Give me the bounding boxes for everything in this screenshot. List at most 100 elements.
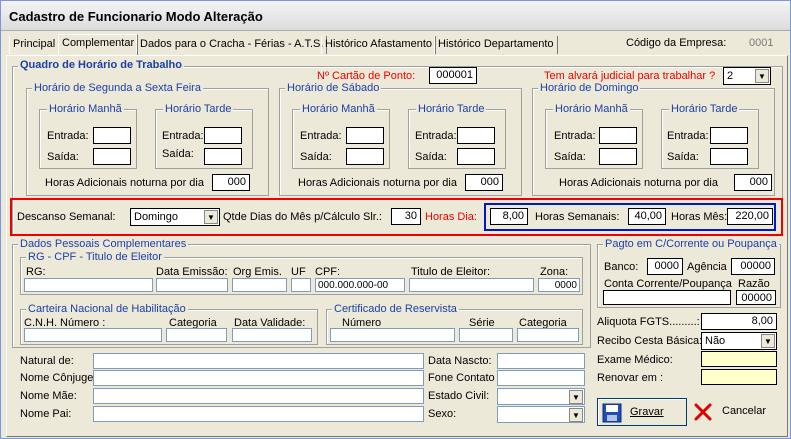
saturday-morning-saida-field[interactable] (346, 148, 384, 165)
conta-field[interactable] (603, 290, 731, 305)
chevron-down-icon[interactable]: ▼ (761, 334, 775, 348)
tab-historico-departamento[interactable]: Histórico Departamento (434, 36, 558, 54)
card-number-field[interactable]: 000001 (429, 67, 477, 84)
agencia-field[interactable]: 00000 (731, 258, 775, 275)
sunday-afternoon-saida-label: Saída: (667, 151, 699, 163)
weekday-morning-saida-label: Saída: (47, 151, 79, 163)
uf-field[interactable] (291, 278, 311, 292)
tab-principal[interactable]: Principal (9, 36, 60, 54)
natural-label: Natural de: (20, 355, 74, 367)
cnh-validade-field[interactable] (232, 328, 312, 342)
chevron-down-icon[interactable]: ▼ (569, 390, 583, 404)
cesta-label: Recibo Cesta Básica: (597, 335, 703, 347)
docs-title: RG - CPF - Titulo de Eleitor (26, 251, 164, 263)
tab-cracha-ferias[interactable]: Dados para o Cracha - Férias - A.T.S. (136, 36, 328, 54)
save-label: Gravar (630, 406, 664, 418)
weekday-afternoon-title: Horário Tarde (163, 103, 234, 115)
title-bar: Cadastro de Funcionario Modo Alteração (1, 1, 790, 31)
tab-historico-afastamento[interactable]: Histórico Afastamento (321, 36, 436, 54)
hours-day-label: Horas Dia: (425, 211, 477, 223)
cnh-numero-field[interactable] (24, 328, 162, 342)
chevron-down-icon[interactable]: ▼ (569, 408, 583, 422)
saturday-morning-entrada-field[interactable] (346, 127, 384, 144)
sunday-morning-saida-field[interactable] (599, 148, 637, 165)
weekday-morning-saida-field[interactable] (93, 148, 131, 165)
saturday-afternoon-saida-field[interactable] (457, 148, 495, 165)
sunday-afternoon-entrada-field[interactable] (710, 127, 748, 144)
days-label: Qtde Dias do Mês p/Cálculo Slr.: (223, 211, 382, 223)
judicial-select[interactable]: 2 ▼ (723, 67, 771, 85)
renovar-label: Renovar em : (597, 372, 664, 384)
rg-field[interactable] (24, 278, 153, 292)
conjuge-field[interactable] (93, 370, 424, 386)
saturday-morning-saida-label: Saída: (300, 151, 332, 163)
zona-field[interactable]: 0000 (538, 278, 580, 292)
chevron-down-icon[interactable]: ▼ (204, 210, 218, 224)
sunday-extra-field[interactable]: 000 (734, 174, 772, 191)
sunday-morning-title: Horário Manhã (553, 103, 630, 115)
days-field[interactable]: 30 (391, 208, 421, 225)
banco-field[interactable]: 0000 (647, 258, 683, 275)
exame-field[interactable] (701, 351, 777, 367)
sunday-extra-label: Horas Adicionais noturna por dia (559, 177, 718, 189)
reservista-serie-field[interactable] (459, 328, 513, 342)
cpf-field[interactable]: 000.000.000-00 (315, 278, 405, 292)
sunday-afternoon-saida-field[interactable] (710, 148, 748, 165)
rest-select[interactable]: Domingo ▼ (130, 208, 220, 226)
razao-field[interactable]: 00000 (736, 290, 776, 305)
cancel-button[interactable]: Cancelar (691, 398, 781, 426)
sunday-title: Horário de Domingo (538, 82, 641, 94)
saturday-morning-entrada-label: Entrada: (300, 130, 342, 142)
weekday-afternoon-entrada-field[interactable] (204, 127, 242, 144)
sexo-select[interactable]: ▼ (497, 406, 585, 423)
cnh-title: Carteira Nacional de Habilitação (26, 303, 188, 315)
saturday-afternoon-entrada-label: Entrada: (415, 130, 457, 142)
save-button[interactable]: Gravar (597, 398, 687, 426)
weekday-title: Horário de Segunda a Sexta Feira (32, 82, 203, 94)
cesta-select[interactable]: Não ▼ (701, 332, 777, 350)
hours-day-field[interactable]: 8,00 (490, 208, 528, 225)
weekday-morning-entrada-field[interactable] (93, 127, 131, 144)
chevron-down-icon[interactable]: ▼ (755, 69, 769, 83)
pai-label: Nome Pai: (20, 408, 72, 420)
civil-select[interactable]: ▼ (497, 388, 585, 405)
company-code-value: 0001 (749, 37, 774, 49)
sunday-afternoon-entrada-label: Entrada: (667, 130, 709, 142)
hours-week-field[interactable]: 40,00 (628, 208, 666, 225)
orgao-field[interactable] (232, 278, 287, 292)
civil-label: Estado Civil: (428, 390, 490, 402)
data-emissao-field[interactable] (156, 278, 228, 292)
sunday-morning-entrada-field[interactable] (599, 127, 637, 144)
sunday-morning-entrada-label: Entrada: (554, 130, 596, 142)
rest-select-value: Domingo (134, 211, 179, 223)
hours-month-field[interactable]: 220,00 (727, 208, 773, 225)
judicial-select-value: 2 (727, 70, 734, 82)
saturday-title: Horário de Sábado (285, 82, 382, 94)
cnh-categoria-field[interactable] (166, 328, 227, 342)
weekday-afternoon-saida-field[interactable] (204, 148, 242, 165)
mae-field[interactable] (93, 388, 424, 404)
saturday-extra-field[interactable]: 000 (465, 174, 503, 191)
fgts-label: Aliquota FGTS.........: (597, 316, 700, 328)
fgts-field[interactable]: 8,00 (701, 313, 777, 330)
tab-complementar[interactable]: Complementar (58, 34, 139, 56)
hours-month-label: Horas Mês: (671, 211, 728, 223)
fone-field[interactable] (497, 370, 585, 386)
natural-field[interactable] (93, 353, 424, 369)
reservista-title: Certificado de Reservista (332, 303, 459, 315)
hours-week-label: Horas Semanais: (535, 211, 620, 223)
titulo-field[interactable] (409, 278, 534, 292)
weekday-extra-field[interactable]: 000 (212, 174, 250, 191)
mae-label: Nome Mãe: (20, 390, 77, 402)
weekday-morning-entrada-label: Entrada: (47, 130, 89, 142)
saturday-afternoon-entrada-field[interactable] (457, 127, 495, 144)
nascto-field[interactable] (497, 353, 585, 369)
reservista-numero-field[interactable] (330, 328, 455, 342)
renovar-field[interactable] (701, 369, 777, 385)
conjuge-label: Nome Cônjuge: (20, 372, 97, 384)
sexo-label: Sexo: (428, 408, 457, 420)
pai-field[interactable] (93, 406, 424, 422)
floppy-disk-icon (602, 403, 622, 423)
sunday-afternoon-title: Horário Tarde (669, 103, 740, 115)
reservista-categoria-field[interactable] (517, 328, 579, 342)
